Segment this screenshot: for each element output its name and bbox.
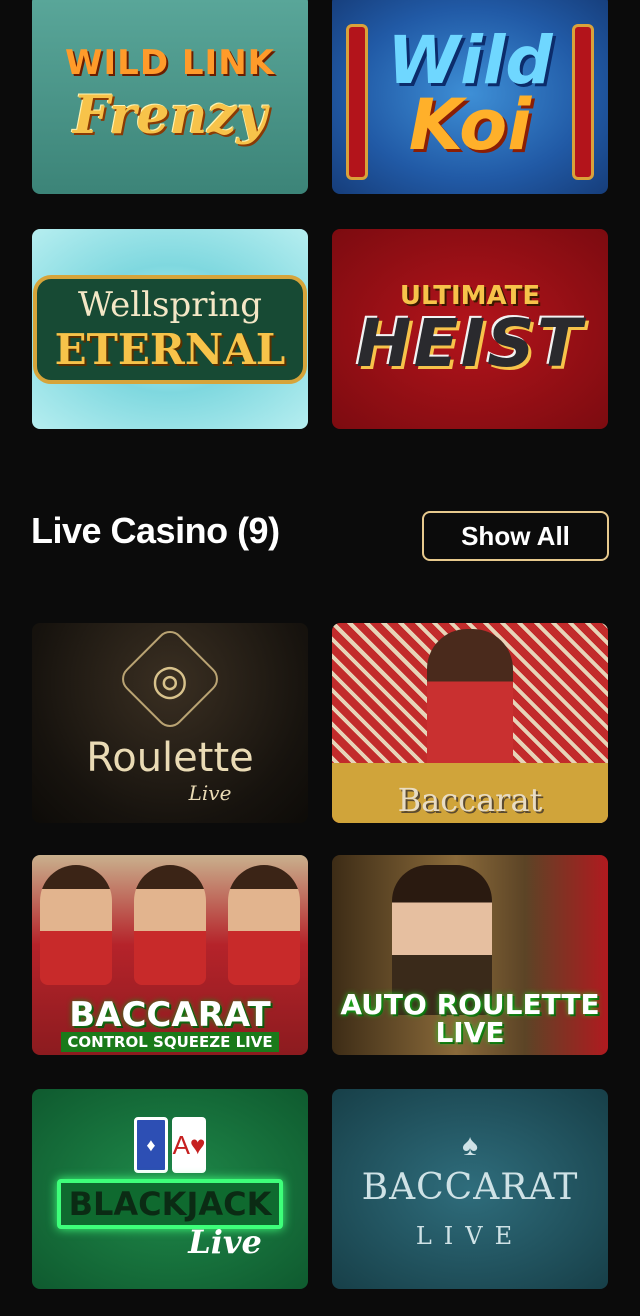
live-tile-roulette-live[interactable]: ◎ Roulette Live	[32, 623, 308, 823]
card-rank: A	[172, 1129, 190, 1160]
live-tile-baccarat-live[interactable]: ♠ BACCARAT LIVE	[332, 1089, 608, 1289]
dealer-image	[40, 865, 112, 985]
game-title: BACCARAT	[69, 995, 271, 1035]
game-title: BLACKJACK	[68, 1185, 272, 1223]
dealer-image	[134, 865, 206, 985]
game-title-line2: LIVE	[435, 1016, 505, 1049]
live-tile-auto-roulette-live[interactable]: AUTO ROULETTE LIVE	[332, 855, 608, 1055]
show-all-button[interactable]: Show All	[422, 511, 609, 561]
live-tile-blackjack-live[interactable]: ♦ A ♥ BLACKJACK Live	[32, 1089, 308, 1289]
game-subtitle: HEIST	[356, 305, 584, 382]
game-subtitle: Live	[188, 781, 232, 805]
ace-of-hearts-icon: A ♥	[172, 1117, 206, 1173]
game-title: Wellspring	[77, 284, 263, 325]
dealer-image	[427, 629, 513, 779]
game-title: AUTO ROULETTE LIVE	[340, 991, 599, 1047]
game-tile-wild-koi[interactable]: Wild Koi	[332, 0, 608, 194]
scroll-decoration	[346, 24, 368, 180]
game-subtitle: ETERNAL	[54, 324, 286, 374]
game-subtitle: CONTROL SQUEEZE LIVE	[61, 1032, 279, 1052]
game-title: Baccarat	[397, 781, 543, 819]
roulette-wheel-icon: ◎	[116, 625, 224, 733]
game-tile-wellspring-eternal[interactable]: Wellspring ETERNAL	[32, 229, 308, 429]
game-title: Roulette	[86, 735, 254, 781]
game-title: BACCARAT	[361, 1166, 579, 1208]
card-back-icon: ♦	[134, 1117, 168, 1173]
game-title: WILD LINK	[65, 42, 275, 83]
game-subtitle: Koi	[408, 84, 532, 166]
live-tile-baccarat-control-squeeze[interactable]: BACCARAT CONTROL SQUEEZE LIVE	[32, 855, 308, 1055]
game-logo-frame: BLACKJACK	[56, 1179, 284, 1229]
dealer-image	[228, 865, 300, 985]
game-subtitle: Frenzy	[72, 84, 268, 146]
section-title: Live Casino (9)	[31, 510, 280, 551]
scroll-decoration	[572, 24, 594, 180]
game-tile-wild-link-frenzy[interactable]: WILD LINK Frenzy	[32, 0, 308, 194]
live-tile-baccarat[interactable]: Baccarat	[332, 623, 608, 823]
game-tile-ultimate-heist[interactable]: ULTIMATE HEIST	[332, 229, 608, 429]
game-subtitle: Live	[188, 1223, 262, 1261]
playing-cards: ♦ A ♥	[134, 1117, 206, 1173]
game-subtitle: LIVE	[415, 1221, 525, 1250]
game-logo-frame: Wellspring ETERNAL	[32, 274, 308, 384]
spade-card-icon: ♠	[462, 1128, 478, 1162]
